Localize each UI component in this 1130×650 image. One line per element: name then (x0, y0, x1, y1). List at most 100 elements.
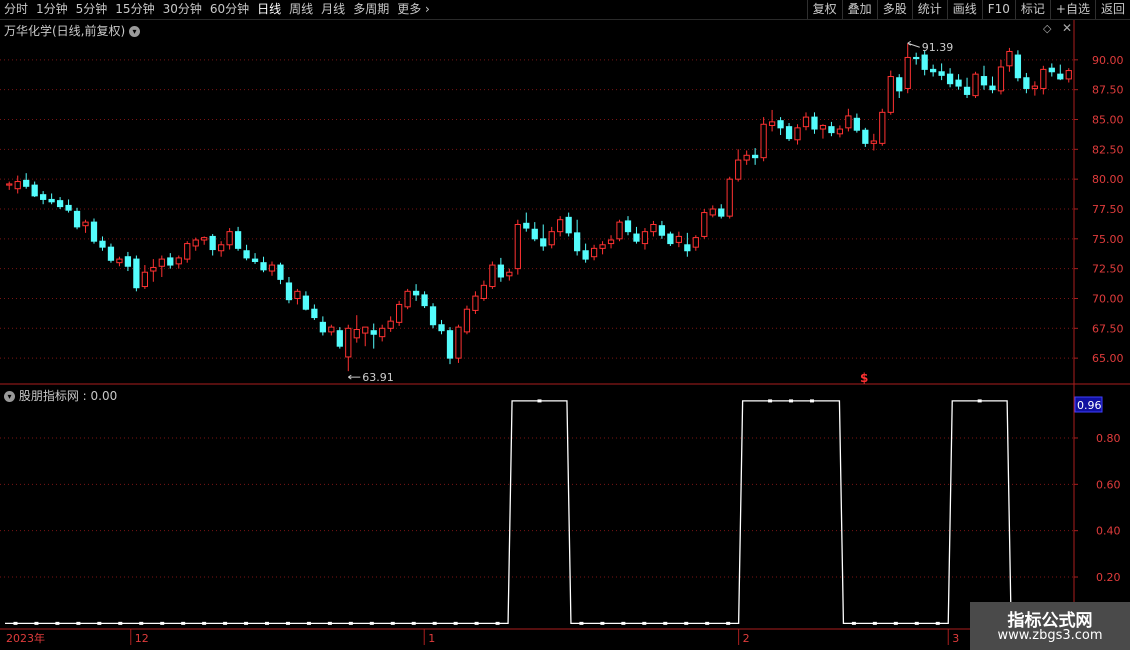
candle-body (523, 222, 530, 229)
indicator-point (76, 621, 81, 625)
tool-button-3[interactable]: 统计 (911, 0, 947, 19)
candle-body (124, 256, 132, 267)
close-panel-icon[interactable]: ✕ (1062, 21, 1072, 35)
period-tab-1[interactable]: 1分钟 (32, 0, 72, 19)
period-tab-10[interactable]: 更多 › (393, 0, 434, 19)
tool-button-4[interactable]: 画线 (946, 0, 982, 19)
candle-body (582, 250, 589, 260)
candle-body (548, 231, 555, 246)
candle-body (184, 243, 191, 260)
tool-button-2[interactable]: 多股 (876, 0, 912, 19)
indicator-point (390, 621, 395, 625)
indicator-point (705, 621, 710, 625)
indicator-y-tick-label: 0.60 (1096, 478, 1121, 491)
indicator-menu-icon[interactable]: ▾ (4, 391, 15, 402)
candle-body (777, 120, 784, 129)
candle-body (811, 116, 818, 130)
period-toolbar: 分时 1分钟 5分钟 15分钟 30分钟 60分钟 日线 周线 月线 多周期 更多 › 复权 叠加 多股… (0, 0, 1130, 20)
candle-body (345, 327, 352, 358)
candle-body (845, 115, 852, 129)
candle-body (14, 181, 21, 190)
indicator-point (663, 621, 668, 625)
period-tab-3[interactable]: 15分钟 (111, 0, 158, 19)
candle-body (446, 330, 454, 359)
period-tab-7[interactable]: 周线 (285, 0, 317, 19)
candle-body (853, 117, 860, 131)
candle-body (192, 239, 199, 247)
candle-body (141, 271, 148, 288)
tool-button-6[interactable]: 标记 (1014, 0, 1050, 19)
indicator-point (914, 621, 919, 625)
main-y-tick-label: 77.50 (1092, 203, 1124, 216)
candle-body (421, 294, 428, 307)
indicator-point (621, 621, 626, 625)
candle-body (879, 111, 886, 144)
candle-body (870, 140, 877, 144)
indicator-point (265, 621, 270, 625)
candle-body (31, 184, 38, 197)
candle-body (972, 73, 979, 97)
candle-body (6, 183, 13, 186)
period-tab-9[interactable]: 多周期 (349, 0, 393, 19)
candle-body (1023, 77, 1030, 89)
chart-canvas[interactable]: 65.00 67.50 70.00 72.50 75.00 77.50 80.00 82.50… (0, 0, 1130, 650)
period-tab-8[interactable]: 月线 (317, 0, 349, 19)
main-y-tick-label: 87.50 (1092, 84, 1124, 97)
tool-button-5[interactable]: F10 (981, 0, 1015, 19)
main-y-tick-label: 65.00 (1092, 352, 1124, 365)
main-y-tick-label: 80.00 (1092, 173, 1124, 186)
candle-body (133, 258, 140, 289)
candle-body (294, 290, 301, 299)
period-tab-0[interactable]: 分时 (0, 0, 32, 19)
candle-body (353, 328, 360, 339)
candle-body (107, 246, 115, 261)
candle-body (709, 208, 716, 216)
indicator-point (202, 621, 207, 625)
candle-body (150, 266, 157, 272)
candle-body (726, 178, 733, 217)
indicator-point (181, 621, 186, 625)
candle-body (938, 71, 945, 76)
main-y-tick-label: 85.00 (1092, 113, 1124, 126)
candle-body (785, 126, 793, 140)
settings-diamond-icon[interactable]: ◇ (1043, 22, 1051, 35)
current-value-label: 0.96 (1077, 399, 1102, 412)
candle-body (599, 244, 606, 249)
candle-body (472, 295, 479, 311)
candle-body (506, 271, 513, 277)
candle-body (209, 235, 216, 251)
candle-body (218, 244, 225, 252)
indicator-point (872, 621, 877, 625)
tool-button-0[interactable]: 复权 (806, 0, 842, 19)
indicator-point (768, 399, 773, 403)
indicator-point (160, 621, 165, 625)
candle-body (370, 330, 377, 335)
indicator-point (34, 621, 39, 625)
tool-button-8[interactable]: 返回 (1094, 0, 1130, 19)
candle-body (1065, 70, 1072, 80)
title-menu-icon[interactable]: ▾ (129, 26, 141, 37)
candle-body (56, 200, 64, 208)
period-tab-6[interactable]: 日线 (253, 0, 285, 19)
candle-body (90, 221, 98, 242)
tool-button-7[interactable]: +自选 (1049, 0, 1095, 19)
indicator-point (13, 621, 18, 625)
candle-body (819, 124, 827, 130)
period-tab-2[interactable]: 5分钟 (72, 0, 112, 19)
candle-body (802, 116, 810, 128)
indicator-y-tick-label: 0.40 (1096, 525, 1121, 538)
indicator-y-tick-label: 0.80 (1096, 432, 1121, 445)
period-tab-5[interactable]: 60分钟 (206, 0, 253, 19)
candle-body (624, 220, 632, 233)
x-axis-label: 1 (428, 632, 435, 645)
period-tab-4[interactable]: 30分钟 (159, 0, 206, 19)
candle-body (989, 85, 996, 91)
candle-body (277, 264, 284, 280)
candle-body (438, 324, 445, 332)
indicator-point (495, 621, 500, 625)
candle-body (362, 326, 369, 334)
tool-button-1[interactable]: 叠加 (841, 0, 877, 19)
candle-body (158, 258, 165, 267)
candle-body (904, 56, 911, 89)
indicator-point (851, 621, 856, 625)
